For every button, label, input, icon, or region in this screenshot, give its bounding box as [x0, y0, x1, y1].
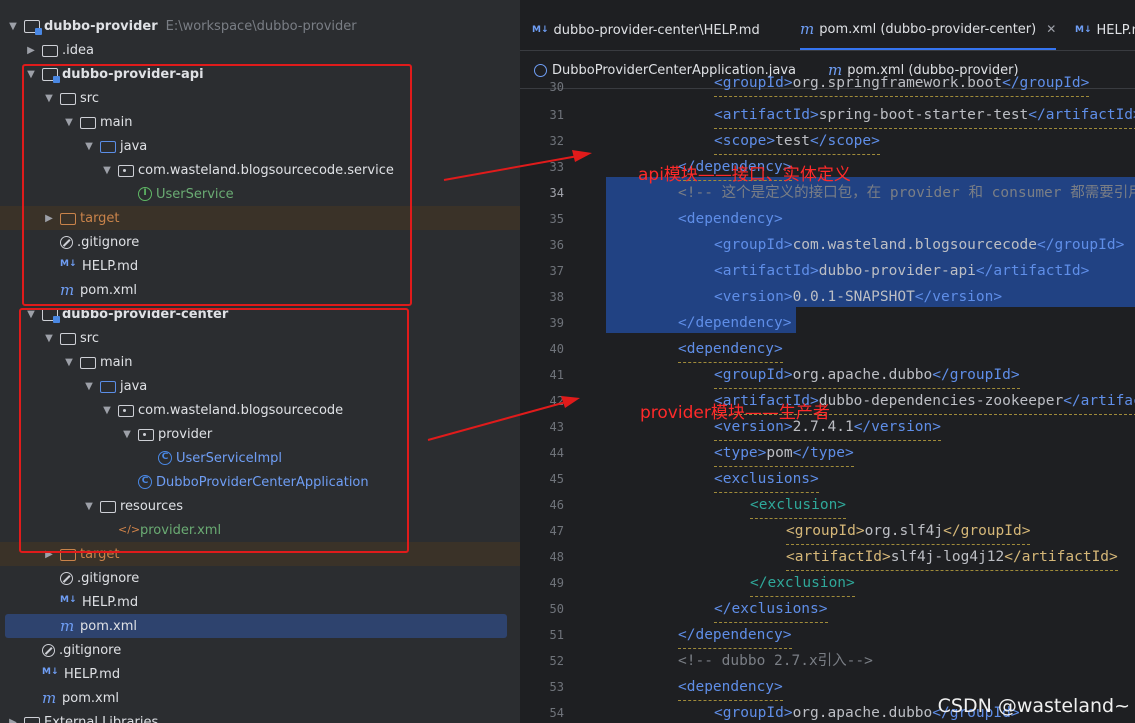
code-line: <scope>test</scope> [714, 128, 880, 155]
tree-label: .idea [62, 42, 94, 58]
line-number: 40 [549, 342, 564, 356]
markdown-icon: M↓ [42, 667, 59, 677]
gitignore-icon [60, 571, 73, 585]
tree-label: HELP.md [64, 666, 121, 682]
tree-root[interactable]: ▼ dubbo-provider E:\workspace\dubbo-prov… [0, 14, 520, 38]
code-line: <artifactId>spring-boot-starter-test</ar… [714, 102, 1135, 129]
tree-item-center-gitignore[interactable]: ▶ .gitignore [0, 566, 520, 590]
line-number: 38 [549, 290, 564, 304]
folder-icon [42, 45, 58, 57]
tab-label: dubbo-provider-center\HELP.md [553, 22, 760, 38]
code-line: <dependency> [678, 336, 783, 363]
line-number: 54 [549, 706, 564, 720]
code-line: <groupId>org.springframework.boot</group… [714, 70, 1090, 97]
line-number: 35 [549, 212, 564, 226]
line-number-gutter: 30 31 32 33 34 35 36 37 38 39 40 41 42 4… [520, 80, 570, 723]
code-line: </exclusion> [750, 570, 855, 597]
watermark: CSDN @wasteland~ [937, 695, 1130, 717]
annotation-box-api [22, 64, 412, 306]
line-number: 41 [549, 368, 564, 382]
code-line: <exclusion> [750, 492, 847, 519]
line-number: 42 [549, 394, 564, 408]
code-line: <dependency> [678, 211, 783, 227]
code-line: <groupId>org.apache.dubbo</groupId> [714, 362, 1020, 389]
tab-center-pom[interactable]: m pom.xml (dubbo-provider-center) ✕ [800, 10, 1057, 50]
code-line: <!-- dubbo 2.7.x引入--> [678, 653, 873, 669]
line-number: 49 [549, 576, 564, 590]
annotation-provider-label: provider模块——生产者 [640, 403, 830, 423]
close-icon[interactable]: ✕ [1046, 22, 1056, 36]
line-number: 34 [549, 186, 564, 200]
code-line: <artifactId>dubbo-provider-api</artifact… [714, 263, 1090, 279]
maven-icon: m [42, 689, 57, 707]
tree-label: pom.xml [62, 690, 119, 706]
project-tree: ▼ dubbo-provider E:\workspace\dubbo-prov… [0, 0, 520, 723]
tree-label: External Libraries [44, 714, 159, 723]
tab-help[interactable]: M↓ HELP.md [1075, 10, 1135, 50]
editor-pane: M↓ dubbo-provider-center\HELP.md m pom.x… [520, 0, 1135, 723]
tab-label: HELP.md [1096, 22, 1135, 38]
tree-label: .gitignore [59, 642, 122, 658]
code-line: <exclusions> [714, 466, 819, 493]
tree-item-root-gitignore[interactable]: ▶ .gitignore [0, 638, 520, 662]
line-number: 53 [549, 680, 564, 694]
module-icon [24, 20, 42, 35]
line-number: 36 [549, 238, 564, 252]
markdown-icon: M↓ [60, 595, 77, 605]
annotation-box-provider [19, 308, 409, 553]
tree-item-root-help[interactable]: ▶ M↓ HELP.md [0, 662, 520, 686]
root-name: dubbo-provider [44, 18, 158, 34]
code-line: <dependency> [678, 674, 783, 701]
line-number: 44 [549, 446, 564, 460]
library-icon [24, 717, 40, 723]
markdown-icon: M↓ [1075, 25, 1092, 35]
spring-app-icon [534, 63, 547, 77]
line-number: 39 [549, 316, 564, 330]
code-line: <version>0.0.1-SNAPSHOT</version> [714, 289, 1003, 305]
annotation-api-label: api模块——接口、实体定义 [638, 165, 851, 185]
code-line: <type>pom</type> [714, 440, 854, 467]
tree-item-center-help[interactable]: ▶ M↓ HELP.md [0, 590, 520, 614]
tab-label: pom.xml (dubbo-provider-center) [819, 21, 1037, 37]
line-number: 52 [549, 654, 564, 668]
maven-icon: m [800, 20, 815, 38]
line-number: 33 [549, 160, 564, 174]
code-line: <groupId>com.wasteland.blogsourcecode</g… [714, 237, 1125, 253]
code-line: <artifactId>slf4j-log4j12</artifactId> [786, 544, 1118, 571]
code-line: <groupId>org.slf4j</groupId> [786, 518, 1031, 545]
tab-center-help[interactable]: M↓ dubbo-provider-center\HELP.md [532, 10, 760, 50]
code-line: </dependency> [678, 622, 792, 649]
chevron-right-icon[interactable]: ▶ [24, 45, 38, 56]
line-number: 37 [549, 264, 564, 278]
tree-item-center-pom[interactable]: ▶ m pom.xml [5, 614, 507, 638]
gitignore-icon [42, 643, 55, 657]
code-line: </exclusions> [714, 596, 828, 623]
line-number: 30 [549, 80, 564, 94]
line-number: 47 [549, 524, 564, 538]
line-number: 48 [549, 550, 564, 564]
tree-item-external-libraries[interactable]: ▶ External Libraries [0, 710, 520, 723]
markdown-icon: M↓ [532, 25, 549, 35]
chevron-down-icon[interactable]: ▼ [6, 21, 20, 32]
line-number: 32 [549, 134, 564, 148]
line-number: 43 [549, 420, 564, 434]
code-line: </dependency> [678, 315, 792, 331]
tree-item-idea[interactable]: ▶ .idea [0, 38, 520, 62]
tree-item-root-pom[interactable]: ▶ m pom.xml [0, 686, 520, 710]
tree-label: pom.xml [80, 618, 137, 634]
line-number: 45 [549, 472, 564, 486]
maven-icon: m [60, 617, 75, 635]
line-number: 50 [549, 602, 564, 616]
line-number: 46 [549, 498, 564, 512]
editor-tab-bar-primary: M↓ dubbo-provider-center\HELP.md m pom.x… [520, 10, 1135, 51]
tree-label: HELP.md [82, 594, 139, 610]
chevron-right-icon[interactable]: ▶ [6, 717, 20, 723]
line-number: 31 [549, 108, 564, 122]
tree-label: .gitignore [77, 570, 140, 586]
root-path: E:\workspace\dubbo-provider [165, 18, 357, 34]
line-number: 51 [549, 628, 564, 642]
